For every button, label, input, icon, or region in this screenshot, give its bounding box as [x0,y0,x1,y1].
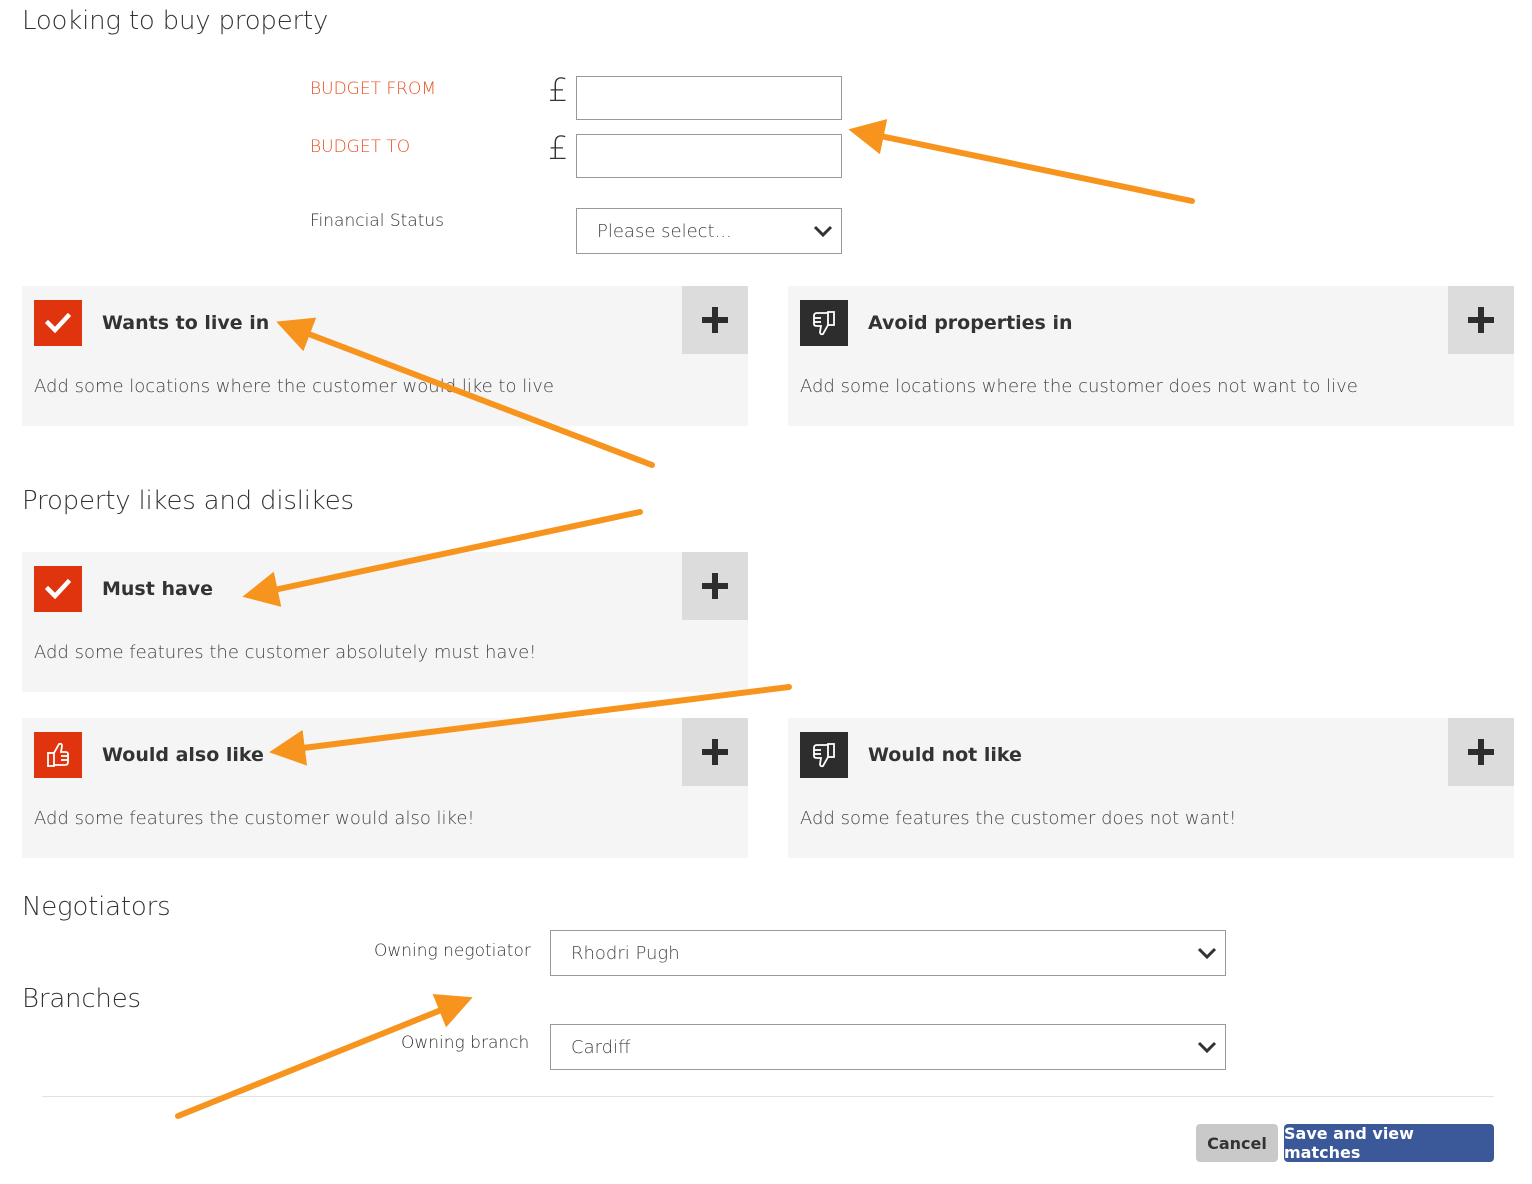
check-icon [34,300,82,346]
plus-icon [702,739,728,765]
card-title: Must have [102,578,214,600]
card-description: Add some features the customer does not … [800,808,1237,829]
card-would-not-like: Would not like Add some features the cus… [788,718,1514,858]
budget-from-currency: £ [548,71,569,109]
add-would-also-like-button[interactable] [682,718,748,786]
financial-status-select[interactable]: Please select... [576,208,842,254]
plus-icon [1468,739,1494,765]
plus-icon [1468,307,1494,333]
owning-branch-value: Cardiff [571,1036,631,1058]
owning-negotiator-value: Rhodri Pugh [571,942,680,964]
card-description: Add some locations where the customer do… [800,376,1358,397]
card-must-have: Must have Add some features the customer… [22,552,748,692]
card-title: Avoid properties in [868,312,1073,334]
card-title: Would also like [102,744,264,766]
section-title-negotiators: Negotiators [22,892,171,922]
plus-icon [702,573,728,599]
section-title-branches: Branches [22,984,141,1014]
card-wants-to-live-in: Wants to live in Add some locations wher… [22,286,748,426]
card-description: Add some features the customer would als… [34,808,475,829]
budget-to-label: BUDGET TO [310,137,411,157]
financial-status-value: Please select... [597,220,732,242]
chevron-down-icon [813,225,833,238]
annotation-arrow [848,119,1195,204]
owning-negotiator-label: Owning negotiator [374,941,531,961]
footer-divider [42,1096,1494,1097]
card-title: Would not like [868,744,1022,766]
section-title-likes: Property likes and dislikes [22,486,354,516]
financial-status-label: Financial Status [310,211,445,231]
annotation-arrow [175,994,473,1119]
add-must-have-button[interactable] [682,552,748,620]
budget-to-currency: £ [548,129,569,167]
owning-branch-label: Owning branch [401,1033,530,1053]
budget-to-input[interactable] [576,134,842,178]
chevron-down-icon [1197,947,1217,960]
thumbs-down-icon [800,300,848,346]
thumbs-down-icon [800,732,848,778]
add-would-not-like-button[interactable] [1448,718,1514,786]
card-description: Add some locations where the customer wo… [34,376,554,397]
thumbs-up-icon [34,732,82,778]
add-wants-button[interactable] [682,286,748,354]
card-description: Add some features the customer absolutel… [34,642,537,663]
owning-negotiator-select[interactable]: Rhodri Pugh [550,930,1226,976]
cancel-button[interactable]: Cancel [1196,1124,1278,1162]
card-title: Wants to live in [102,312,270,334]
card-avoid-properties-in: Avoid properties in Add some locations w… [788,286,1514,426]
budget-from-input[interactable] [576,76,842,120]
save-and-view-matches-button[interactable]: Save and view matches [1284,1124,1494,1162]
check-icon [34,566,82,612]
card-would-also-like: Would also like Add some features the cu… [22,718,748,858]
owning-branch-select[interactable]: Cardiff [550,1024,1226,1070]
chevron-down-icon [1197,1041,1217,1054]
budget-from-label: BUDGET FROM [310,79,437,99]
plus-icon [702,307,728,333]
add-avoid-button[interactable] [1448,286,1514,354]
section-title-buy: Looking to buy property [22,6,329,36]
